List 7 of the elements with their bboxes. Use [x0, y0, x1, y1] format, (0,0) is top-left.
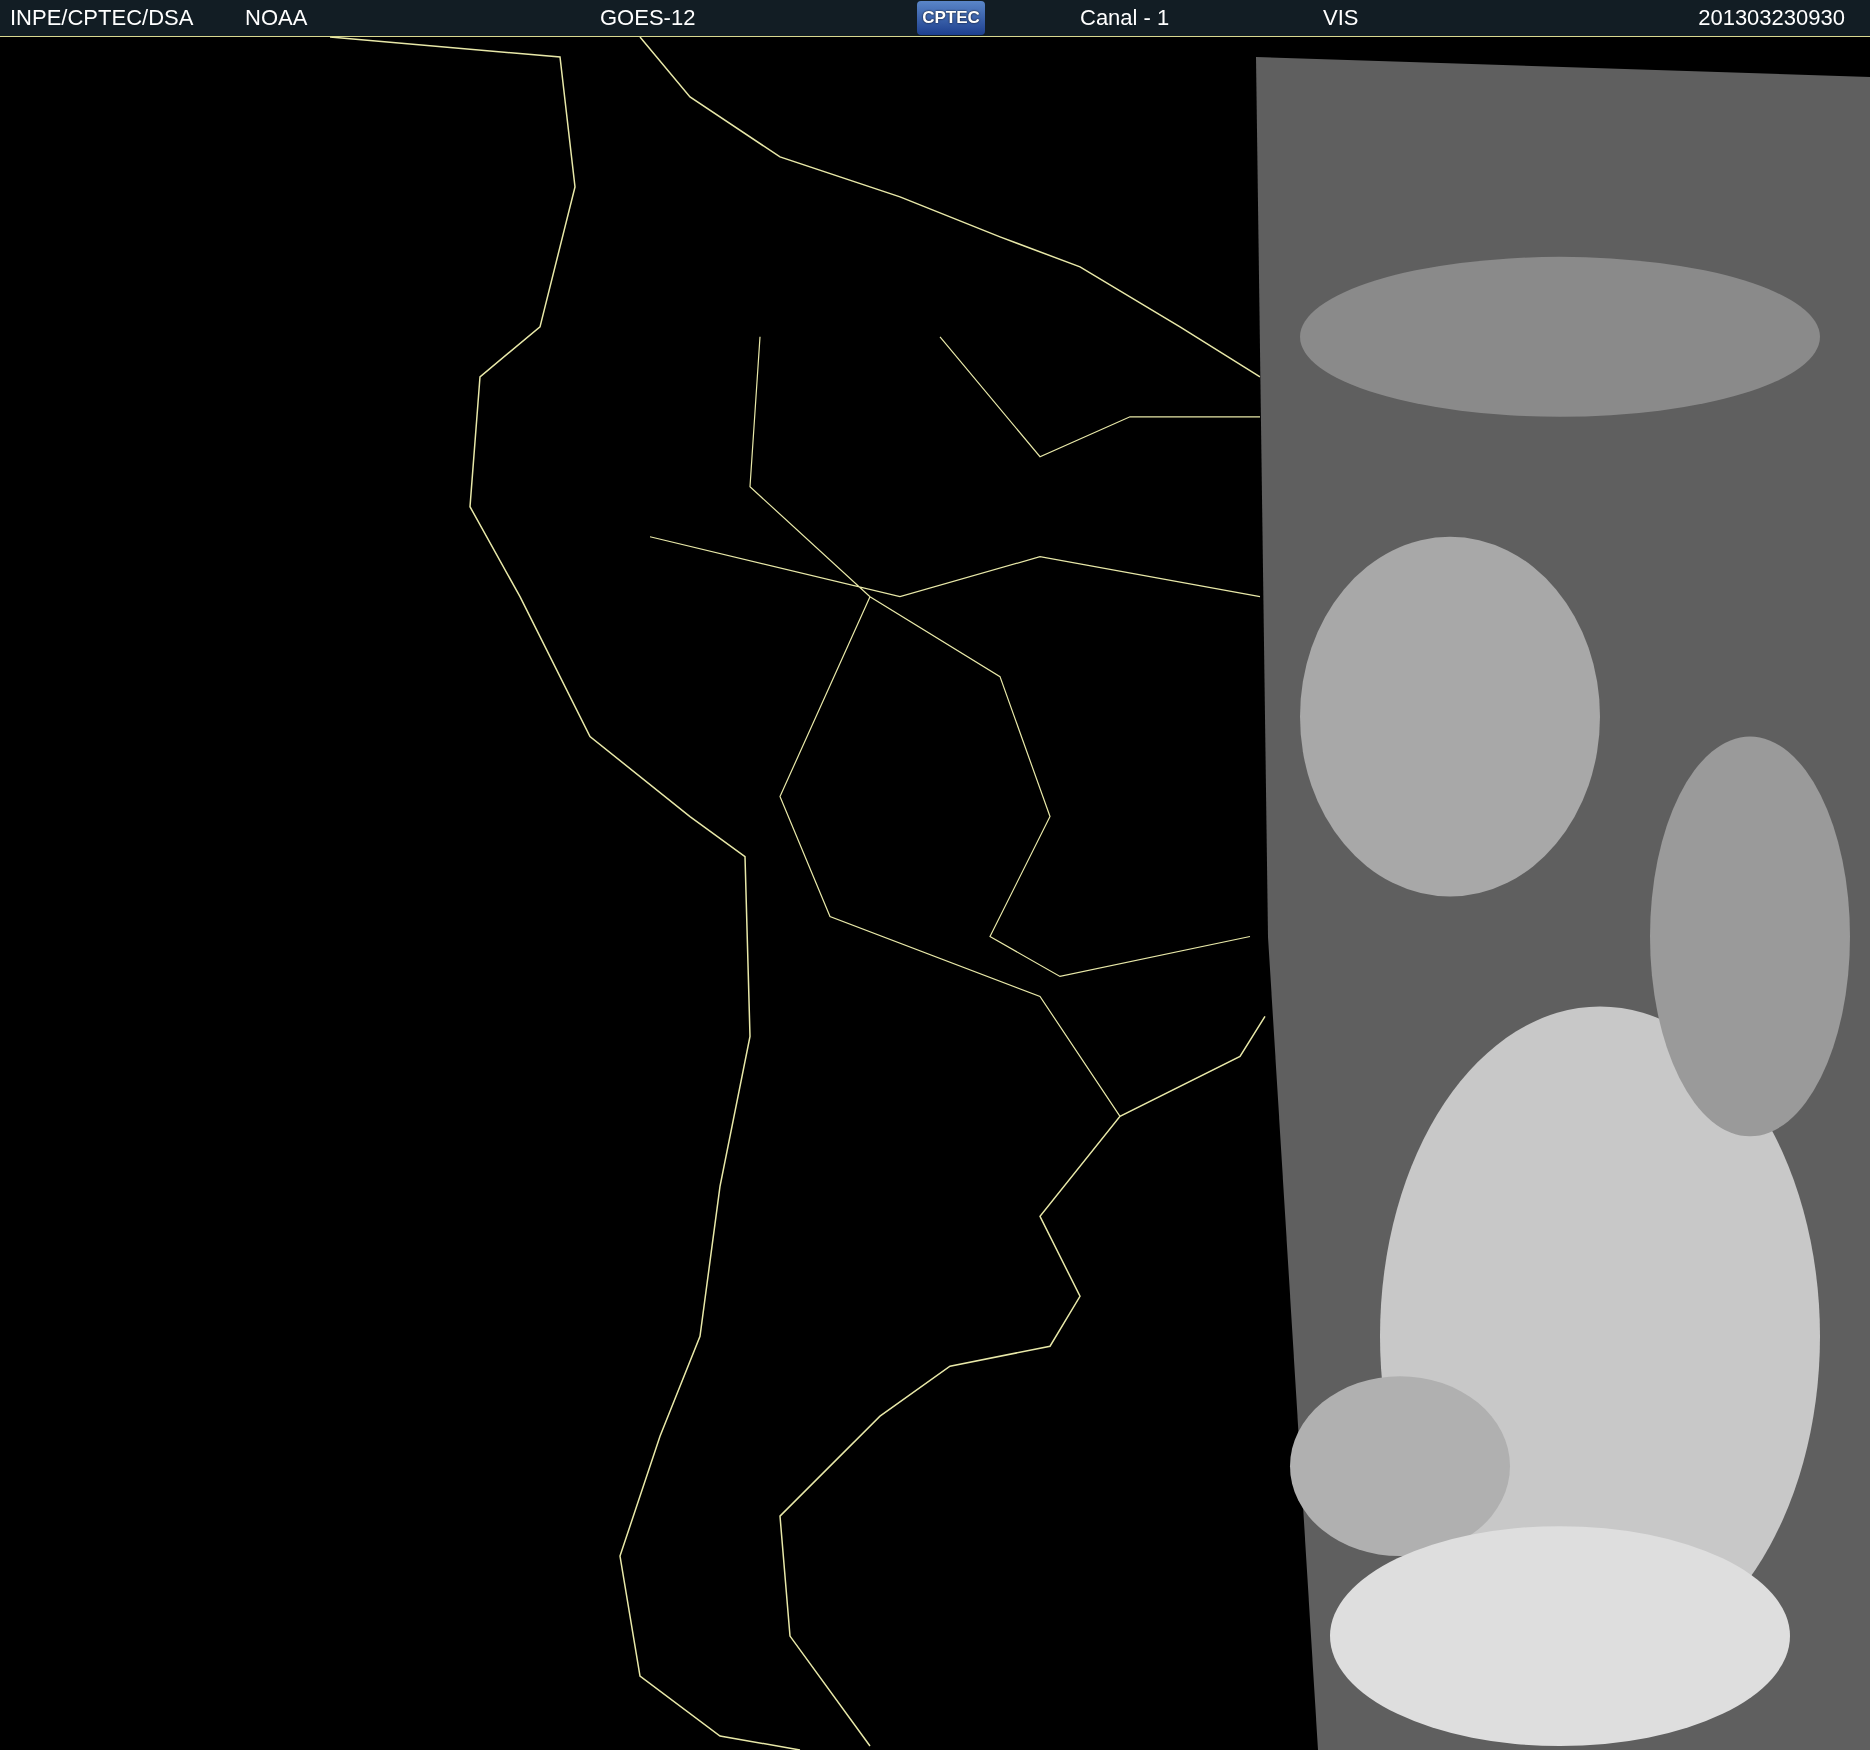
channel-label: Canal - 1 — [1080, 5, 1170, 31]
source-label: INPE/CPTEC/DSA — [10, 5, 194, 31]
logo: CPTEC — [917, 1, 985, 35]
satellite-label: GOES-12 — [600, 5, 696, 31]
timestamp: 201303230930 — [1698, 5, 1845, 31]
band-label: VIS — [1323, 5, 1359, 31]
agency-label: NOAA — [245, 5, 308, 31]
